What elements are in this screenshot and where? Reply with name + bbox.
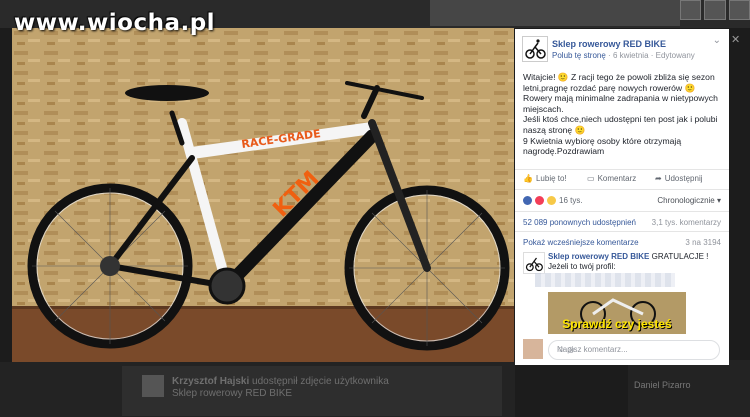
cyclist-icon [525,257,543,272]
post-paragraph: Witajcie! 🙂 Z racji tego że powoli zbliż… [523,72,718,114]
comment-label: Komentarz [597,174,637,183]
bike-photo[interactable]: RACE-GRADE KTM [12,28,514,362]
cyclist-icon [525,39,546,59]
comment-text: GRATULACJE ! [651,252,709,261]
comment-image[interactable]: Sprawdź czy jesteś [548,292,686,334]
sort-label: Chronologicznie [657,196,715,205]
share-button[interactable]: ➦ Udostępnij [655,174,703,183]
background-top-strip [430,0,680,26]
like-reaction-icon [523,196,532,205]
comment-input[interactable]: Napisz komentarz... ☺ ◎ [548,340,720,360]
like-label: Lubię to! [535,174,567,183]
comment-icon: ▭ [587,174,595,183]
image-caption: Sprawdź czy jesteś [562,317,672,331]
earlier-comments-link[interactable]: Pokaż wcześniejsze komentarze [523,238,639,247]
love-reaction-icon [535,196,544,205]
sort-dropdown[interactable]: Chronologicznie ▾ [657,196,721,205]
avatar [142,375,164,397]
right-column-name: Daniel Pizarro [634,380,691,390]
background-thumbnails [680,0,750,20]
post-paragraph: 9 Kwietnia wybiorę osoby które otrzymają… [523,135,682,157]
like-page-link[interactable]: Polub tę stronę [552,51,606,60]
page-avatar[interactable] [522,36,548,62]
divider [515,231,729,232]
watermark: www.wiocha.pl [14,10,216,36]
divider [515,211,729,212]
comments-count[interactable]: 3,1 tys. komentarzy [652,218,721,227]
post-side-panel: Sklep rowerowy RED BIKE Polub tę stronę … [515,29,729,365]
caret-down-icon: ▾ [716,196,721,205]
reactions-summary[interactable]: 16 tys. [523,196,583,205]
emoji-camera-icons[interactable]: ☺ ◎ [557,345,713,354]
like-button[interactable]: 👍 Lubię to! [523,174,567,183]
share-label: Udostępnij [664,174,703,183]
blurred-link[interactable] [535,273,675,287]
comment-button[interactable]: ▭ Komentarz [587,174,636,183]
share-icon: ➦ [655,174,662,183]
comment-avatar[interactable] [523,252,545,274]
earlier-comments-count: 3 na 3194 [685,238,721,247]
background-right-column: Daniel Pizarro [628,360,750,417]
edited-label[interactable]: Edytowany [656,51,695,60]
shares-count-link[interactable]: 52 089 ponownych udostępnień [523,218,636,227]
page-name[interactable]: Sklep rowerowy RED BIKE [552,39,666,49]
divider [515,189,729,190]
background-feed-post: Krzysztof Hajski udostępnił zdjęcie użyt… [0,362,515,417]
wow-reaction-icon [547,196,556,205]
post-date[interactable]: 6 kwietnia [613,51,649,60]
comment-author[interactable]: Sklep rowerowy RED BIKE [548,252,649,261]
thumbs-up-icon: 👍 [523,174,533,183]
post-paragraph: Jeśli ktoś chce,niech udostępni ten post… [523,114,718,135]
close-icon[interactable]: ✕ [731,33,740,46]
chevron-down-icon[interactable]: ⌄ [713,35,721,46]
user-avatar [523,339,543,359]
bike-illustration: RACE-GRADE KTM [12,28,514,362]
post-actions: 👍 Lubię to! ▭ Komentarz ➦ Udostępnij [515,170,729,188]
post-author: Krzysztof Hajski [172,376,250,387]
comment-line: Jeżeli to twój profil: [548,262,616,271]
post-body: Witajcie! 🙂 Z racji tego że powoli zbliż… [523,72,723,157]
reactions-count: 16 tys. [559,196,583,205]
